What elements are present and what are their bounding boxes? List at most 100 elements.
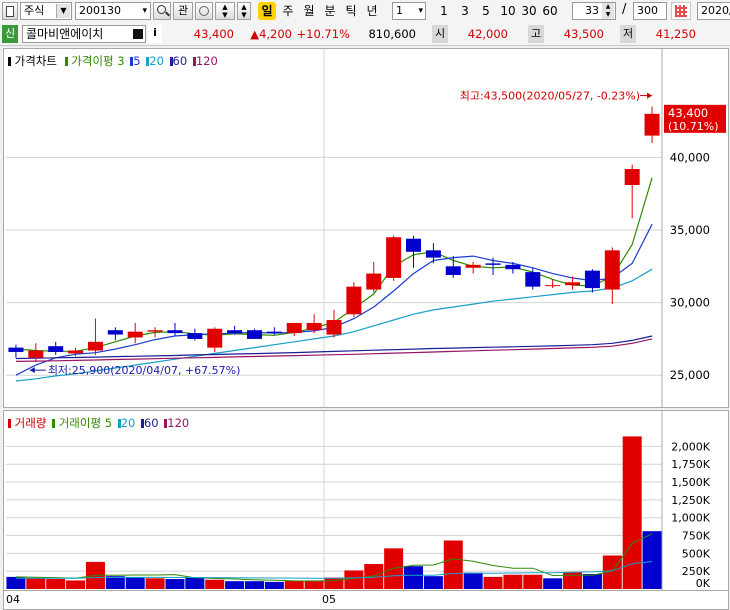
credit-badge: 신: [2, 25, 18, 43]
quick-count-60[interactable]: 60: [541, 2, 559, 20]
quote-bar: 신 콜마비앤에이치 i 43,400 ▲4,200 +10.71% 810,60…: [0, 22, 730, 46]
chart-type-button[interactable]: [2, 2, 18, 20]
candle-body: [346, 286, 362, 315]
stock-name[interactable]: 콜마비앤에이치: [22, 25, 146, 43]
volume-bar: [66, 580, 86, 589]
quick-count-10[interactable]: 10: [499, 2, 517, 20]
volume-bar: [483, 576, 503, 589]
candle-body: [107, 330, 123, 335]
price-change: ▲4,200: [250, 27, 292, 41]
candle-body: [545, 285, 561, 287]
volume-bar: [443, 540, 463, 589]
volume-bar: [503, 574, 523, 589]
volume-legend: 거래량 거래이평 5 20 60 120: [8, 415, 189, 431]
info-icon: i: [153, 26, 157, 39]
quick-count-1[interactable]: 1: [437, 2, 451, 20]
candle-body: [28, 350, 44, 358]
low-label: 저: [620, 25, 636, 43]
quick-count-30[interactable]: 30: [520, 2, 538, 20]
candle-body: [8, 347, 24, 352]
candle-body: [87, 341, 103, 351]
interest-button[interactable]: 관: [173, 2, 193, 20]
volume-ma-60: 60: [143, 416, 159, 430]
link-icon: [199, 6, 209, 16]
volume-bar: [563, 571, 583, 589]
top-toolbar: 주식 ▼ 200130 ▾ 관 ▲ ▼ ▲ ▼ 일 주 월 분 틱 년 1 ▾ 1 …: [0, 0, 730, 22]
high-annotation: 최고:43,500(2020/05/27, -0.23%): [460, 90, 640, 103]
price-chart-panel[interactable]: 25,000 30,000 35,000 40,000 최고:43,500(2020/…: [3, 48, 729, 408]
period-year[interactable]: 년: [364, 2, 380, 20]
price-ma-120: 120: [195, 54, 218, 68]
volume-chart-panel[interactable]: 250K 500K 750K 1,000K 1,250K 1,500K 1,750K 2,00…: [3, 410, 729, 591]
last-price-label: 43,400: [668, 106, 708, 120]
legend-marker-icon: [52, 419, 56, 428]
candle-body: [326, 320, 342, 335]
info-button[interactable]: i: [148, 25, 162, 43]
market-value: 주식: [24, 4, 45, 17]
period-minute[interactable]: 분: [322, 2, 338, 20]
volume-tick-label: 2,000K: [671, 440, 710, 453]
price-ma-line-5: [15, 223, 653, 376]
volume-bar: [26, 578, 46, 589]
updown-stepper[interactable]: ▲ ▼: [215, 2, 235, 20]
period-tick[interactable]: 틱: [343, 2, 359, 20]
x-label-april: 04: [6, 593, 20, 606]
candle-body: [425, 250, 441, 258]
volume-bar: [523, 574, 543, 589]
price-ma-5: 5: [133, 54, 141, 68]
candle-body: [604, 250, 620, 290]
period-month[interactable]: 월: [301, 2, 317, 20]
volume-tick-label: 1,750K: [671, 458, 710, 471]
candle-body: [505, 264, 521, 270]
x-label-may: 05: [322, 593, 336, 606]
link-button[interactable]: [195, 2, 213, 20]
volume-ma-20: 20: [120, 416, 136, 430]
quick-count-5[interactable]: 5: [479, 2, 493, 20]
visible-count-input[interactable]: 33 ▲ ▼: [572, 2, 616, 20]
candle-body: [525, 272, 541, 287]
code-input[interactable]: 200130 ▾: [75, 2, 151, 20]
candle-body: [246, 330, 262, 339]
volume-bar: [145, 578, 165, 589]
total-count-input[interactable]: 300: [633, 2, 667, 20]
candle-body: [584, 270, 600, 289]
candle-body: [227, 330, 243, 334]
quick-count-3[interactable]: 3: [458, 2, 472, 20]
multiplier-select[interactable]: 1 ▾: [392, 2, 426, 20]
price-chart: 25,000 30,000 35,000 40,000 최고:43,500(2020/…: [6, 49, 726, 407]
volume-bar: [582, 574, 602, 589]
volume-bar: [344, 570, 364, 589]
high-label: 고: [528, 25, 544, 43]
last-pct-label: (10.71%): [668, 120, 719, 133]
volume-bar: [165, 579, 185, 589]
candle-body: [366, 273, 382, 290]
market-select[interactable]: 주식 ▼: [20, 2, 72, 20]
volume-bar: [46, 579, 66, 589]
stock-name-text: 콜마비앤에이치: [26, 27, 104, 41]
high-arrow-head: [647, 92, 653, 99]
count-separator: /: [622, 2, 627, 17]
search-button[interactable]: [153, 2, 171, 20]
chevron-down-icon: ▼: [56, 4, 70, 18]
candle-body: [207, 328, 223, 348]
multiplier-value: 1: [396, 4, 403, 17]
volume-bar: [404, 566, 424, 589]
volume-tick-label: 1,250K: [671, 494, 710, 507]
price-ma-3: 3: [117, 54, 125, 68]
updown-stepper-2[interactable]: ▲ ▼: [237, 2, 251, 20]
date-input[interactable]: 2020/: [697, 2, 730, 20]
volume-bar: [463, 572, 483, 589]
current-price: 43,400: [193, 27, 234, 41]
period-week[interactable]: 주: [280, 2, 296, 20]
candle-body: [565, 282, 581, 286]
price-legend: 가격차트 가격이평 3 5 20 60 120: [8, 53, 218, 69]
high-price: 43,500: [563, 27, 604, 41]
candle-body: [485, 263, 501, 265]
price-tick-label: 25,000: [670, 368, 710, 382]
period-day[interactable]: 일: [258, 2, 276, 20]
candle-body: [266, 331, 282, 334]
open-price: 42,000: [467, 27, 508, 41]
grid-settings-button[interactable]: [671, 2, 691, 20]
volume-bar: [185, 577, 205, 589]
total-count-value: 300: [637, 4, 658, 17]
